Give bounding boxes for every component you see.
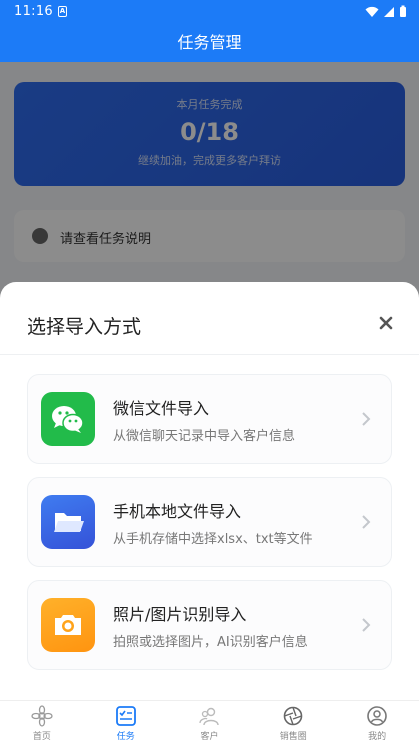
chevron-right-icon [362,515,371,529]
option-local-file-import[interactable]: 手机本地文件导入 从手机存储中选择xlsx、txt等文件 [27,477,392,567]
tab-sales-circle[interactable]: 销售圈 [251,701,335,745]
chevron-right-icon [362,618,371,632]
close-icon[interactable] [375,312,397,334]
divider [0,354,419,355]
wechat-icon [41,392,95,446]
tab-tasks[interactable]: 任务 [84,701,168,745]
option-description: 从微信聊天记录中导入客户信息 [113,429,296,444]
option-title: 微信文件导入 [113,399,210,418]
tab-home[interactable]: 首页 [0,701,84,745]
import-method-sheet: 选择导入方式 微信文件导入 从微信聊天记录中导入客户信息 手机本地文件导入 从手… [0,282,419,700]
option-photo-recognition-import[interactable]: 照片/图片识别导入 拍照或选择图片，AI识别客户信息 [27,580,392,670]
customers-icon [199,707,220,726]
page-title: 任务管理 [0,24,419,62]
sales-circle-icon [283,706,303,726]
tab-label: 销售圈 [279,732,307,742]
option-title: 手机本地文件导入 [113,502,242,521]
option-title: 照片/图片识别导入 [113,605,247,624]
option-description: 从手机存储中选择xlsx、txt等文件 [113,532,313,547]
sim-icon: A [58,6,67,17]
status-bar: 11:16 A [0,0,419,24]
tab-customers[interactable]: 客户 [168,701,252,745]
tab-profile[interactable]: 我的 [335,701,419,745]
sheet-title: 选择导入方式 [27,316,142,338]
tab-label: 我的 [368,732,387,742]
wifi-icon [365,6,379,17]
tab-label: 首页 [32,732,51,742]
profile-icon [367,706,387,726]
home-icon [31,705,53,727]
tab-label: 任务 [116,732,135,742]
task-icon [115,706,136,726]
bottom-tab-bar: 首页 任务 客户 销售圈 我的 [0,700,419,745]
status-time: 11:16 [14,4,53,19]
tab-label: 客户 [200,732,219,742]
folder-icon [41,495,95,549]
option-wechat-import[interactable]: 微信文件导入 从微信聊天记录中导入客户信息 [27,374,392,464]
battery-icon [400,5,406,17]
camera-icon [41,598,95,652]
signal-icon [384,6,394,17]
chevron-right-icon [362,412,371,426]
option-description: 拍照或选择图片，AI识别客户信息 [113,635,308,650]
